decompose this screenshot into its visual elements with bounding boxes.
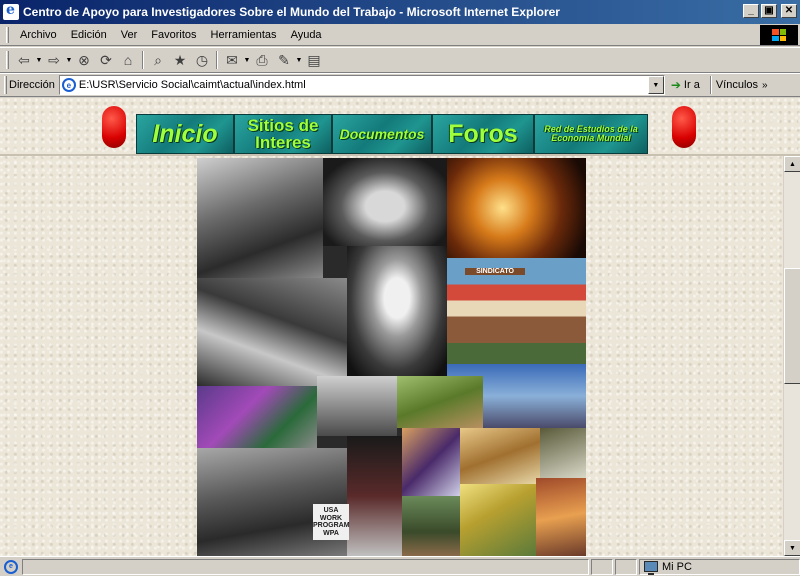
- go-arrow-icon: ➔: [670, 78, 681, 92]
- photo-market-vendor: [540, 428, 586, 478]
- photo-produce-market: [536, 478, 586, 556]
- close-button[interactable]: ✕: [781, 4, 797, 18]
- go-label: Ir a: [683, 79, 700, 91]
- photo-lab-worker: [402, 428, 460, 496]
- links-separator: [709, 76, 712, 94]
- photo-factory-line: [197, 158, 323, 278]
- history-icon[interactable]: ◷: [191, 49, 213, 71]
- home-icon[interactable]: ⌂: [117, 49, 139, 71]
- address-label: Dirección: [9, 79, 55, 91]
- status-bar: e Mi PC: [0, 556, 800, 576]
- nav-red-de-estudios[interactable]: Red de Estudios de la Economía Mundial: [535, 115, 647, 153]
- nav-sitios-de-interes[interactable]: Sitios de Interes: [235, 115, 333, 153]
- photo-foundry-sparks: [447, 158, 586, 258]
- standard-toolbar: ⇦ ▼ ⇨ ▼ ⊗ ⟳ ⌂ ⌕ ★ ◷ ✉ ▼ ⎙ ✎ ▼ ▤: [0, 47, 800, 73]
- vertical-scrollbar[interactable]: ▲ ▼: [783, 156, 800, 556]
- title-bar: Centro de Apoyo para Investigadores Sobr…: [0, 0, 800, 24]
- menubar-grip[interactable]: [6, 26, 9, 43]
- minimize-button[interactable]: _: [743, 4, 759, 18]
- site-navigation: Inicio Sitios de Interes Documentos Foro…: [136, 114, 648, 154]
- mail-dropdown-icon[interactable]: ▼: [243, 57, 251, 64]
- photo-field-workers: [397, 376, 483, 428]
- photo-woman-worker: [197, 386, 317, 448]
- page-content: Inicio Sitios de Interes Documentos Foro…: [0, 98, 800, 556]
- photo-craft-workers: [460, 428, 540, 484]
- status-message: [22, 558, 589, 575]
- menu-bar: Archivo Edición Ver Favoritos Herramient…: [0, 24, 800, 46]
- menu-edicion[interactable]: Edición: [64, 27, 114, 43]
- photo-dark-scene: [347, 436, 402, 556]
- address-bar: Dirección e ▼ ➔ Ir a Vínculos »: [0, 73, 800, 97]
- search-icon[interactable]: ⌕: [147, 49, 169, 71]
- page-icon: e: [61, 78, 76, 92]
- menu-favoritos[interactable]: Favoritos: [144, 27, 203, 43]
- page-status-icon: e: [4, 559, 18, 574]
- address-dropdown-icon[interactable]: ▼: [647, 76, 664, 94]
- nav-frame: Inicio Sitios de Interes Documentos Foro…: [0, 98, 800, 156]
- edit-dropdown-icon[interactable]: ▼: [295, 57, 303, 64]
- mail-icon[interactable]: ✉: [221, 49, 243, 71]
- scroll-thumb[interactable]: [784, 268, 800, 384]
- status-pane-progress: [591, 558, 613, 575]
- toolbar-grip[interactable]: [6, 51, 9, 69]
- refresh-icon[interactable]: ⟳: [95, 49, 117, 71]
- print-icon[interactable]: ⎙: [251, 49, 273, 71]
- photo-assembly-plant: [197, 278, 347, 386]
- menu-ayuda[interactable]: Ayuda: [284, 27, 329, 43]
- edit-icon[interactable]: ✎: [273, 49, 295, 71]
- links-more-icon[interactable]: »: [762, 80, 768, 91]
- menu-archivo[interactable]: Archivo: [13, 27, 64, 43]
- links-button[interactable]: Vínculos: [716, 79, 758, 91]
- red-ornament-right: [672, 106, 696, 148]
- forward-icon[interactable]: ⇨: [43, 49, 65, 71]
- sindicato-sign: SINDICATO: [465, 268, 525, 275]
- window-controls: _ ▣ ✕: [743, 4, 797, 18]
- addressbar-grip[interactable]: [4, 76, 7, 94]
- nav-foros[interactable]: Foros: [433, 115, 535, 153]
- forward-dropdown-icon[interactable]: ▼: [65, 57, 73, 64]
- security-zone: Mi PC: [639, 558, 800, 575]
- workers-photo-collage: SINDICATO USA WORK PROGRAM WPA: [197, 158, 586, 556]
- nav-documentos[interactable]: Documentos: [333, 115, 433, 153]
- windows-flag-icon: [772, 29, 786, 41]
- toolbar-separator: [216, 51, 218, 69]
- photo-marx-portrait: [347, 246, 447, 376]
- wpa-sign: USA WORK PROGRAM WPA: [313, 504, 350, 540]
- discuss-icon[interactable]: ▤: [303, 49, 325, 71]
- back-icon[interactable]: ⇦: [13, 49, 35, 71]
- red-ornament-left: [102, 106, 126, 148]
- photo-harvest: [460, 484, 536, 556]
- menu-ver[interactable]: Ver: [114, 27, 145, 43]
- status-pane-security: [615, 558, 637, 575]
- stop-icon[interactable]: ⊗: [73, 49, 95, 71]
- ie-icon[interactable]: [3, 2, 19, 20]
- scroll-up-icon[interactable]: ▲: [784, 156, 800, 172]
- nav-inicio[interactable]: Inicio: [137, 115, 235, 153]
- photo-portrait-man: [323, 158, 447, 246]
- go-button[interactable]: ➔ Ir a: [665, 78, 706, 92]
- scroll-down-icon[interactable]: ▼: [784, 540, 800, 556]
- address-input[interactable]: [78, 79, 659, 91]
- menu-herramientas[interactable]: Herramientas: [204, 27, 284, 43]
- zone-label: Mi PC: [662, 560, 692, 573]
- photo-historical-figures: [317, 376, 397, 436]
- favorites-icon[interactable]: ★: [169, 49, 191, 71]
- windows-logo: [760, 25, 798, 45]
- window-title: Centro de Apoyo para Investigadores Sobr…: [23, 5, 560, 19]
- toolbar-separator: [142, 51, 144, 69]
- address-field[interactable]: e ▼: [58, 75, 665, 95]
- back-dropdown-icon[interactable]: ▼: [35, 57, 43, 64]
- maximize-button[interactable]: ▣: [761, 4, 777, 18]
- photo-farmer: [402, 496, 460, 556]
- my-computer-icon: [644, 561, 658, 575]
